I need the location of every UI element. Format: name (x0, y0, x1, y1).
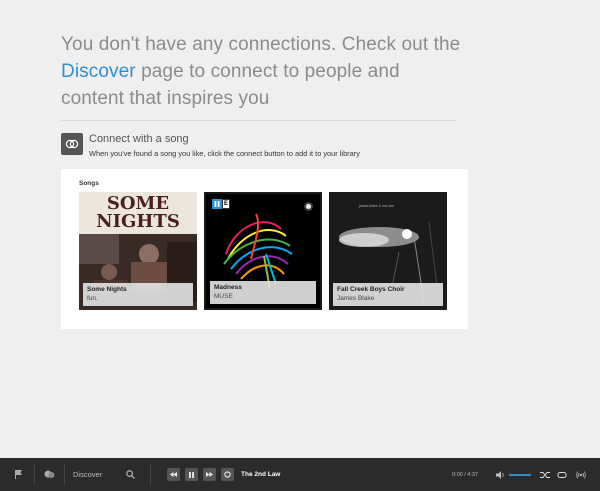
tip-title: Connect with a song (89, 133, 189, 145)
pause-button[interactable] (185, 468, 198, 481)
flag-icon[interactable] (14, 458, 23, 491)
song-artist: fun. (87, 295, 98, 302)
songs-panel: Songs SOME NIGHTS Some Nights fun. E Mad… (61, 169, 468, 329)
connect-icon (61, 133, 83, 155)
connect-toggle-icon[interactable] (304, 202, 313, 211)
pause-icon[interactable] (212, 199, 222, 209)
discover-link[interactable]: Discover (61, 61, 136, 82)
divider (61, 120, 457, 121)
now-playing-track[interactable]: The 2nd Law (241, 458, 280, 491)
repeat-icon[interactable] (557, 458, 567, 491)
song-card-info: Fall Creek Boys Choir James Blake (333, 283, 443, 306)
comments-icon[interactable] (44, 458, 55, 491)
shuffle-icon[interactable] (540, 458, 550, 491)
connect-tip: Connect with a song When you've found a … (61, 133, 360, 159)
song-card-some-nights[interactable]: SOME NIGHTS Some Nights fun. (79, 192, 197, 310)
song-title: Some Nights (87, 286, 127, 293)
song-title: Madness (214, 284, 242, 291)
next-button[interactable] (203, 468, 216, 481)
message-text-start: You don't have any connections. Check ou… (61, 34, 461, 55)
volume-slider[interactable] (509, 473, 531, 476)
now-playing-tag: E (212, 199, 230, 209)
song-artist: MUSE (214, 293, 233, 300)
song-card-info: Madness MUSE (210, 281, 316, 304)
tip-subtitle: When you've found a song you like, click… (89, 149, 360, 158)
track-time: 0:00 / 4:37 (452, 471, 478, 478)
song-title: Fall Creek Boys Choir (337, 286, 405, 293)
song-artist: James Blake (337, 295, 375, 302)
album-art-text: SOME NIGHTS (96, 193, 180, 232)
song-card-fall-creek[interactable]: james blake & bon iver Fall Creek Boys C… (329, 192, 447, 310)
broadcast-icon[interactable] (576, 458, 586, 491)
search-icon[interactable] (126, 458, 135, 491)
song-card-info: Some Nights fun. (83, 283, 193, 306)
discover-nav-link[interactable]: Discover (73, 458, 102, 491)
previous-button[interactable] (167, 468, 180, 481)
player-bar: Discover The 2nd Law 0:00 / 4:37 (0, 458, 600, 491)
volume-icon[interactable] (496, 458, 506, 491)
empty-connections-message: You don't have any connections. Check ou… (61, 31, 461, 112)
connect-button[interactable] (221, 468, 234, 481)
divider (34, 464, 35, 485)
songs-label: Songs (79, 180, 99, 187)
divider (64, 464, 65, 485)
song-card-madness[interactable]: E Madness MUSE (204, 192, 322, 310)
divider (150, 464, 151, 485)
explicit-badge: E (222, 199, 230, 209)
album-art-caption: james blake & bon iver (359, 204, 395, 208)
